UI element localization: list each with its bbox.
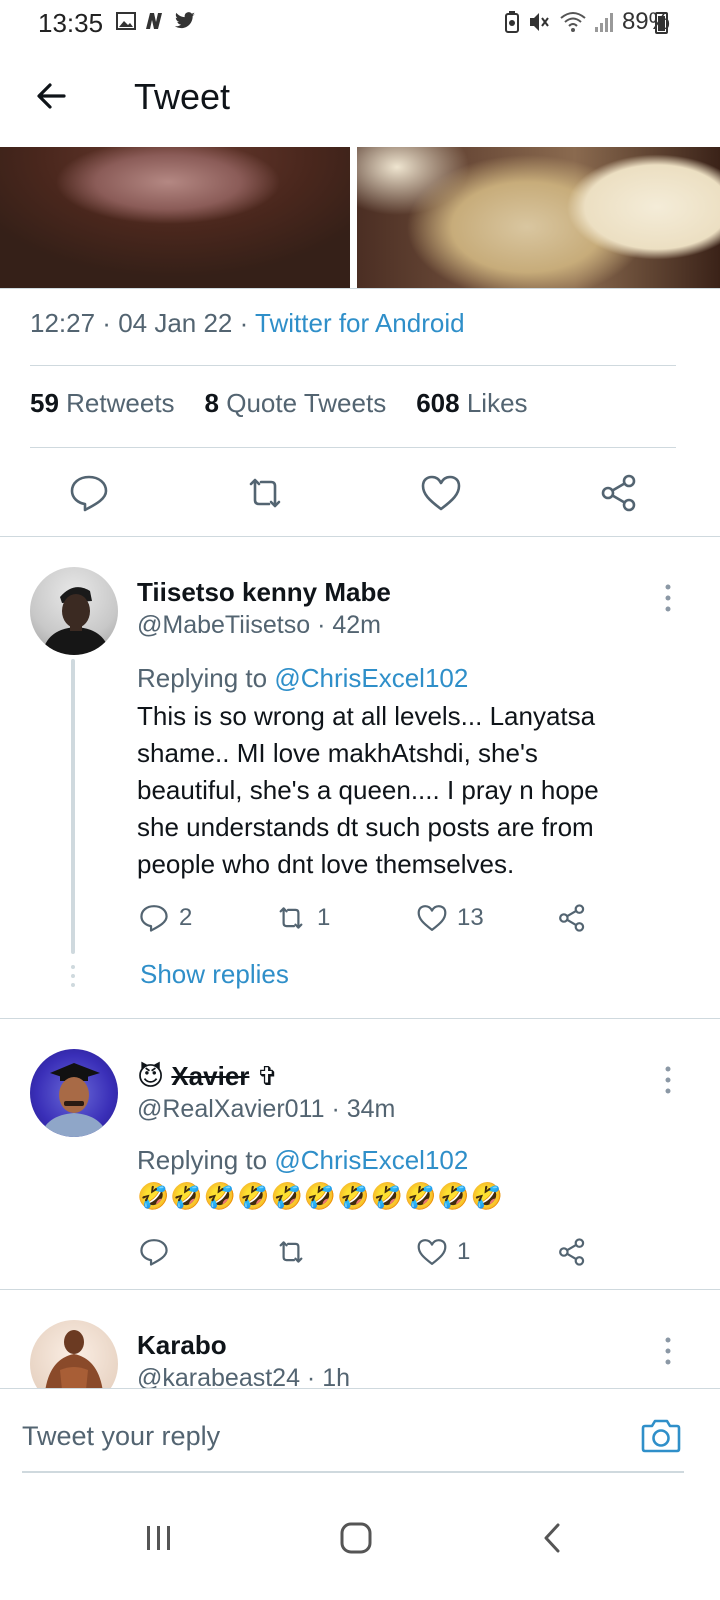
reply-input[interactable]: Tweet your reply	[22, 1421, 220, 1452]
avatar-image	[40, 1063, 108, 1137]
page-title: Tweet	[134, 76, 231, 117]
like-icon[interactable]	[418, 470, 464, 516]
tweet-stats: 59 Retweets 8 Quote Tweets 608 Likes	[30, 388, 528, 419]
quote-tweets-stat[interactable]: 8 Quote Tweets	[205, 388, 387, 419]
reply-tweet[interactable]: Tiisetso kenny Mabe @MabeTiisetso · 42m …	[0, 537, 720, 1017]
tweet-date: 04 Jan 22	[118, 308, 233, 338]
retweet-icon	[279, 907, 303, 929]
more-options-icon[interactable]	[660, 1065, 676, 1095]
share-icon	[559, 1238, 585, 1266]
more-options-icon[interactable]	[660, 583, 676, 613]
reply-age: 42m	[332, 611, 381, 639]
battery-saver-icon	[504, 11, 519, 33]
reply-age: 34m	[346, 1095, 396, 1123]
like-icon	[417, 1239, 447, 1265]
more-options-icon[interactable]	[660, 1336, 676, 1366]
retweet-button[interactable]	[273, 1235, 317, 1269]
share-button[interactable]	[555, 901, 589, 935]
mute-icon	[529, 13, 549, 31]
name-emoji: 😈	[137, 1061, 165, 1091]
replying-to: Replying to @ChrisExcel102	[137, 663, 469, 693]
retweets-stat[interactable]: 59 Retweets	[30, 388, 175, 419]
mention-link[interactable]: @ChrisExcel102	[274, 663, 468, 693]
thread-dots	[71, 965, 75, 992]
avatar-image	[42, 587, 110, 655]
reply-tweet[interactable]: Karabo @karabeast24 · 1h	[0, 1290, 720, 1388]
like-button[interactable]: 1	[415, 1235, 470, 1269]
share-icon[interactable]	[596, 470, 642, 516]
back-icon[interactable]	[533, 1518, 573, 1558]
camera-icon[interactable]	[640, 1415, 682, 1455]
avatar[interactable]	[30, 1049, 118, 1137]
like-button[interactable]: 13	[415, 901, 484, 935]
author-name[interactable]: 😈 Xavier ✞	[137, 1061, 278, 1092]
share-icon	[559, 904, 585, 932]
reply-icon[interactable]	[66, 470, 112, 516]
author-handle: @karabeast24 · 1h	[137, 1364, 350, 1388]
app-bar: Tweet	[0, 50, 720, 145]
reply-button[interactable]: 2	[137, 901, 192, 935]
likes-stat[interactable]: 608 Likes	[416, 388, 527, 419]
show-replies-link[interactable]: Show replies	[140, 959, 289, 990]
name-cross: ✞	[256, 1061, 279, 1091]
tweet-image-1[interactable]	[0, 147, 350, 288]
like-icon	[417, 905, 447, 931]
retweet-icon	[279, 1241, 303, 1263]
status-time: 13:35	[38, 8, 104, 38]
tweet-action-bar	[0, 470, 720, 516]
tweet-media	[0, 147, 720, 288]
divider	[0, 288, 720, 289]
twitter-bird-icon	[174, 12, 195, 29]
reply-icon	[140, 1239, 168, 1266]
thread-line	[71, 659, 75, 954]
author-name[interactable]: Tiisetso kenny Mabe	[137, 577, 391, 608]
reply-button[interactable]	[137, 1235, 179, 1269]
like-count: 1	[457, 1238, 471, 1265]
status-bar: 13:35 89%	[0, 0, 720, 50]
retweet-icon[interactable]	[242, 470, 288, 516]
tweet-time: 12:27	[30, 308, 96, 338]
divider	[30, 365, 676, 366]
reply-icon	[140, 905, 168, 932]
wifi-icon	[560, 12, 586, 32]
retweet-count: 1	[317, 904, 331, 931]
author-name[interactable]: Karabo	[137, 1330, 227, 1361]
reply-text: This is so wrong at all levels... Lanyat…	[137, 701, 599, 879]
reply-text: 🤣🤣🤣🤣🤣🤣🤣🤣🤣🤣🤣	[137, 1181, 505, 1211]
signal-icon	[594, 13, 613, 32]
author-handle: @RealXavier011 · 34m	[137, 1095, 396, 1123]
reply-count: 2	[179, 904, 193, 931]
avatar-image	[45, 1330, 103, 1388]
reply-action-bar: 1	[137, 1235, 607, 1269]
reply-tweet[interactable]: 😈 Xavier ✞ @RealXavier011 · 34m Replying…	[0, 1019, 720, 1289]
arrow-left-icon[interactable]	[30, 74, 74, 118]
gallery-icon	[116, 12, 136, 30]
like-count: 13	[457, 904, 484, 931]
home-icon[interactable]	[336, 1518, 376, 1558]
author-handle: @MabeTiisetso · 42m	[137, 611, 381, 639]
share-button[interactable]	[555, 1235, 589, 1269]
reply-age: 1h	[322, 1364, 351, 1388]
reply-composer: Tweet your reply	[0, 1388, 720, 1484]
battery-icon	[655, 12, 668, 34]
input-underline	[22, 1471, 684, 1473]
recents-icon[interactable]	[139, 1518, 179, 1558]
tweet-meta: 12:27 · 04 Jan 22 · Twitter for Android	[30, 308, 465, 338]
divider	[30, 447, 676, 448]
retweet-button[interactable]: 1	[273, 901, 330, 935]
tweet-source-link[interactable]: Twitter for Android	[255, 308, 465, 338]
system-nav-bar	[0, 1488, 720, 1600]
avatar[interactable]	[30, 1320, 118, 1388]
mention-link[interactable]: @ChrisExcel102	[274, 1145, 468, 1175]
tweet-image-2[interactable]	[357, 147, 720, 288]
reply-action-bar: 2 1 13	[137, 901, 607, 935]
avatar[interactable]	[30, 567, 118, 655]
replying-to: Replying to @ChrisExcel102	[137, 1145, 469, 1175]
n-app-icon	[146, 13, 162, 29]
